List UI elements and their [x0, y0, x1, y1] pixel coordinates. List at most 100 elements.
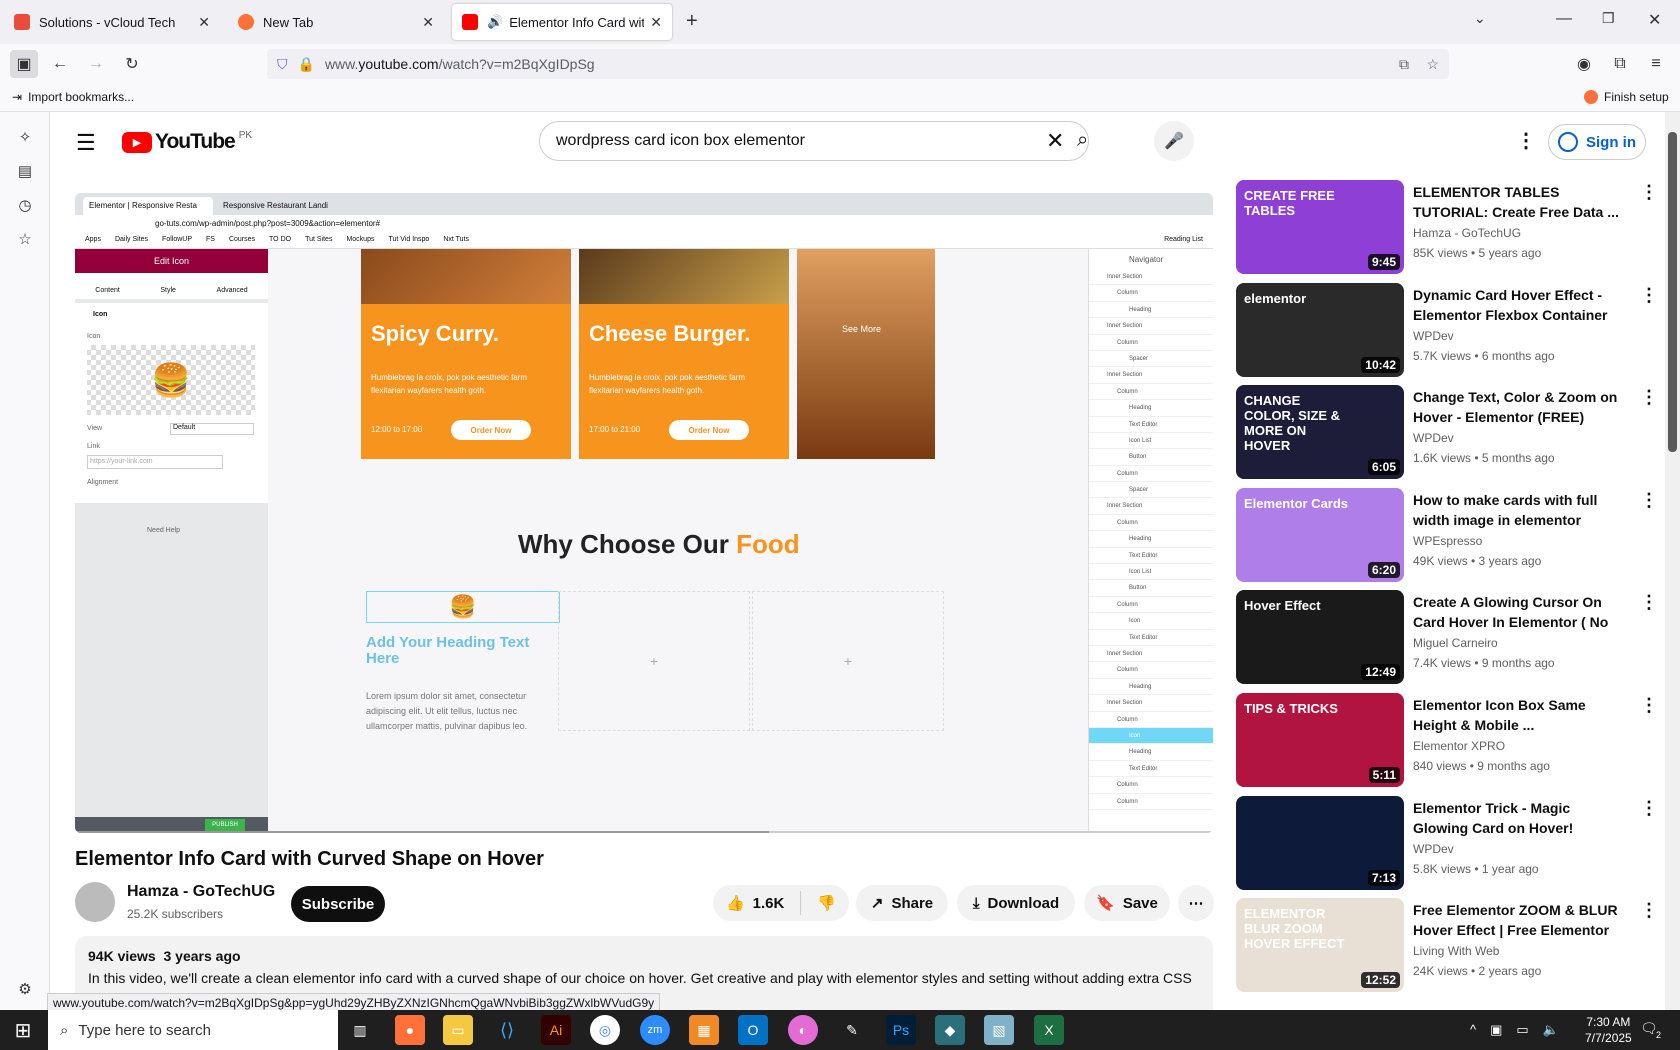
vscode-icon[interactable]: ⟨⟩ — [492, 1015, 522, 1045]
synced-tabs-icon[interactable]: ▤ — [14, 160, 36, 182]
recommendation-item[interactable]: CHANGE COLOR, SIZE & MORE ON HOVER 6:05 … — [1236, 385, 1665, 481]
hamburger-menu-icon[interactable]: ☰ — [76, 130, 96, 156]
zoom-icon[interactable]: zm — [640, 1015, 670, 1045]
more-options-icon[interactable]: ⋮ — [1516, 128, 1536, 153]
video-thumbnail[interactable]: Elementor Cards 6:20 — [1236, 487, 1404, 582]
recommendation-title[interactable]: Free Elementor ZOOM & BLUR Hover Effect … — [1413, 900, 1623, 940]
tab-new-tab[interactable]: New Tab ✕ — [228, 4, 444, 40]
excel-icon[interactable]: X — [1034, 1015, 1064, 1045]
video-player[interactable]: Elementor | Responsive Resta Responsive … — [75, 193, 1213, 833]
recommendation-more-icon[interactable]: ⋮ — [1640, 592, 1658, 613]
network-icon[interactable]: ▭ — [1516, 1022, 1528, 1038]
video-thumbnail[interactable]: ELEMENTOR BLUR ZOOM HOVER EFFECT 12:52 — [1236, 898, 1404, 993]
thumbs-up-icon[interactable]: 👍 — [726, 894, 745, 912]
maximize-icon[interactable]: ❐ — [1602, 10, 1615, 27]
tab-youtube[interactable]: 🔊 Elementor Info Card with Cu ✕ — [452, 4, 672, 40]
recommendation-channel[interactable]: Miguel Carneiro — [1413, 636, 1498, 650]
menu-hamburger-icon[interactable]: ≡ — [1642, 50, 1670, 78]
channel-avatar[interactable] — [75, 882, 115, 922]
more-actions-icon[interactable]: ⋯ — [1178, 885, 1214, 921]
video-thumbnail[interactable]: Hover Effect 12:49 — [1236, 590, 1404, 685]
list-tabs-chevron-icon[interactable]: ⌄ — [1474, 10, 1486, 27]
address-bar[interactable]: ⛉ 🔒 www. youtube.com/watch?v=m2BqXgIDpSg … — [267, 49, 1449, 79]
recommendation-title[interactable]: Elementor Trick - Magic Glowing Card on … — [1413, 798, 1623, 838]
photoshop-icon[interactable]: Ps — [886, 1015, 916, 1045]
reload-icon[interactable]: ↻ — [118, 50, 146, 78]
recommendation-item[interactable]: TIPS & TRICKS 5:11 Elementor Icon Box Sa… — [1236, 693, 1665, 789]
volume-icon[interactable]: 🔈 — [1543, 1022, 1559, 1038]
forward-arrow-icon[interactable]: → — [82, 50, 110, 78]
video-thumbnail[interactable]: TIPS & TRICKS 5:11 — [1236, 693, 1404, 787]
scrollbar-thumb[interactable] — [1668, 132, 1677, 452]
bookmarks-icon[interactable]: ☆ — [14, 228, 36, 250]
video-thumbnail[interactable]: 7:13 — [1236, 795, 1404, 890]
windows-start-icon[interactable]: ⊞ — [8, 1015, 38, 1045]
recommendation-more-icon[interactable]: ⋮ — [1640, 900, 1658, 921]
sign-in-button[interactable]: Sign in — [1548, 124, 1646, 160]
recommendation-more-icon[interactable]: ⋮ — [1640, 695, 1658, 716]
video-thumbnail[interactable]: elementor 10:42 — [1236, 282, 1404, 377]
close-tab-icon[interactable]: ✕ — [650, 14, 662, 31]
new-tab-plus-icon[interactable]: + — [686, 10, 698, 33]
recommendation-item[interactable]: elementor 10:42 Dynamic Card Hover Effec… — [1236, 282, 1665, 379]
outlook-icon[interactable]: O — [738, 1015, 768, 1045]
task-view-icon[interactable]: ▥ — [345, 1015, 375, 1045]
pen-tool-icon[interactable]: ✎ — [837, 1015, 867, 1045]
recommendation-channel[interactable]: WPDev — [1413, 842, 1454, 856]
extensions-icon[interactable]: ⧉ — [1606, 50, 1634, 78]
tray-app-icon[interactable]: ▣ — [1490, 1022, 1502, 1038]
download-button[interactable]: ⤓ Download — [957, 885, 1075, 921]
recommendation-channel[interactable]: Elementor XPRO — [1413, 739, 1505, 753]
taskbar-search-box[interactable]: ⌕ Type here to search — [48, 1010, 338, 1050]
firefox-taskbar-icon[interactable]: ● — [395, 1015, 425, 1045]
minimize-icon[interactable]: — — [1556, 10, 1572, 28]
recommendation-item[interactable]: CREATE FREE TABLES 9:45 ELEMENTOR TABLES… — [1236, 180, 1665, 276]
clear-search-icon[interactable]: ✕ — [1046, 128, 1064, 154]
recommendation-channel[interactable]: Living With Web — [1413, 944, 1499, 958]
recommendation-item[interactable]: Elementor Cards 6:20 How to make cards w… — [1236, 487, 1665, 584]
ai-chatbot-icon[interactable]: ✧ — [14, 126, 36, 148]
recommendation-item[interactable]: 7:13 Elementor Trick - Magic Glowing Car… — [1236, 795, 1665, 892]
app-notes-icon[interactable]: ▧ — [984, 1015, 1014, 1045]
app-cube-icon[interactable]: ◆ — [935, 1015, 965, 1045]
thumbs-down-icon[interactable]: 👎 — [817, 894, 836, 912]
page-scrollbar[interactable] — [1665, 112, 1680, 1010]
video-thumbnail[interactable]: CREATE FREE TABLES 9:45 — [1236, 180, 1404, 274]
sidebar-toggle-icon[interactable]: ▣ — [10, 50, 38, 78]
import-bookmarks-link[interactable]: ⇥ Import bookmarks... — [12, 90, 134, 104]
voice-search-mic-icon[interactable]: 🎤 — [1154, 121, 1194, 161]
close-window-icon[interactable]: ✕ — [1648, 10, 1661, 30]
back-arrow-icon[interactable]: ← — [46, 50, 74, 78]
recommendation-channel[interactable]: Hamza - GoTechUG — [1413, 226, 1521, 240]
file-explorer-icon[interactable]: ▭ — [443, 1015, 473, 1045]
recommendation-title[interactable]: Elementor Icon Box Same Height & Mobile … — [1413, 695, 1623, 735]
recommendation-channel[interactable]: WPEspresso — [1413, 534, 1482, 548]
finish-setup-button[interactable]: Finish setup — [1584, 90, 1669, 104]
recommendation-item[interactable]: ELEMENTOR BLUR ZOOM HOVER EFFECT 12:52 F… — [1236, 898, 1665, 994]
share-button[interactable]: ↗ Share — [856, 885, 948, 921]
search-input[interactable]: wordpress card icon box elementor ✕ — [539, 121, 1089, 161]
recommendation-more-icon[interactable]: ⋮ — [1640, 182, 1658, 203]
shield-icon[interactable]: ⛉ — [277, 56, 288, 73]
subscribe-button[interactable]: Subscribe — [291, 886, 385, 922]
tray-chevron-icon[interactable]: ^ — [1470, 1022, 1476, 1038]
recommendation-title[interactable]: Dynamic Card Hover Effect - Elementor Fl… — [1413, 285, 1623, 325]
illustrator-icon[interactable]: Ai — [541, 1015, 571, 1045]
recommendation-more-icon[interactable]: ⋮ — [1640, 285, 1658, 306]
channel-name[interactable]: Hamza - GoTechUG — [127, 883, 275, 901]
recommendation-title[interactable]: How to make cards with full width image … — [1413, 490, 1623, 530]
progress-track[interactable] — [75, 831, 1213, 833]
recommendation-title[interactable]: ELEMENTOR TABLES TUTORIAL: Create Free D… — [1413, 182, 1623, 222]
recommendation-more-icon[interactable]: ⋮ — [1640, 490, 1658, 511]
settings-gear-icon[interactable]: ⚙ — [14, 978, 36, 1000]
chrome-icon[interactable]: ◎ — [590, 1015, 620, 1045]
recommendation-more-icon[interactable]: ⋮ — [1640, 387, 1658, 408]
app-icon[interactable]: ▦ — [689, 1015, 719, 1045]
search-icon[interactable]: ⌕ — [1077, 129, 1088, 152]
like-count[interactable]: 1.6K — [753, 895, 785, 912]
close-tab-icon[interactable]: ✕ — [422, 14, 434, 31]
tab-solutions[interactable]: Solutions - vCloud Tech ✕ — [4, 4, 220, 40]
photos-icon[interactable]: ◐ — [788, 1015, 818, 1045]
youtube-logo[interactable]: ▶ YouTube PK — [122, 130, 252, 154]
recommendation-title[interactable]: Change Text, Color & Zoom on Hover - Ele… — [1413, 387, 1623, 427]
